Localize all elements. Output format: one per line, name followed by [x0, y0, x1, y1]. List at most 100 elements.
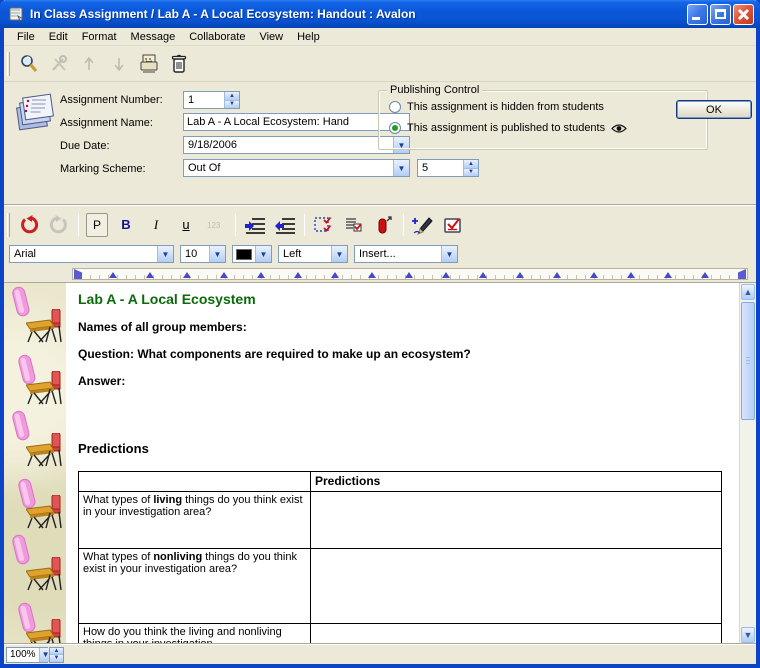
chevron-down-icon[interactable]: ▼: [331, 246, 347, 262]
answer-cell[interactable]: [311, 624, 722, 645]
scrollbar-thumb[interactable]: [741, 302, 755, 420]
eye-visible-icon: [611, 123, 627, 134]
redo-button[interactable]: [46, 212, 72, 238]
menu-file[interactable]: File: [10, 30, 42, 44]
maximize-button[interactable]: [710, 4, 731, 25]
tab-stop-marker[interactable]: [294, 272, 302, 278]
tab-stop-marker[interactable]: [627, 272, 635, 278]
stepper-arrows-icon[interactable]: ▲▼: [50, 648, 63, 662]
italic-button[interactable]: I: [143, 212, 169, 238]
chevron-down-icon[interactable]: ▼: [255, 246, 271, 262]
minimize-button[interactable]: [687, 4, 708, 25]
paragraph-style-button[interactable]: P: [86, 213, 108, 237]
zoom-dropdown[interactable]: 100% ▼: [6, 647, 48, 663]
menu-edit[interactable]: Edit: [42, 30, 75, 44]
delete-button[interactable]: [166, 51, 192, 77]
assignment-name-input[interactable]: [184, 114, 409, 130]
print-button[interactable]: [136, 51, 162, 77]
margin-decor-tile: [4, 283, 66, 345]
toolbar-drag-handle[interactable]: [7, 213, 10, 237]
indent-decrease-button[interactable]: [272, 212, 298, 238]
radio-hidden-option[interactable]: This assignment is hidden from students: [389, 101, 604, 113]
ruler: [4, 266, 756, 282]
answer-cell[interactable]: [311, 549, 722, 624]
tab-stop-marker[interactable]: [590, 272, 598, 278]
next-button[interactable]: [106, 51, 132, 77]
insert-dropdown[interactable]: Insert... ▼: [354, 245, 458, 263]
tab-stop-marker[interactable]: [701, 272, 709, 278]
tab-stop-marker[interactable]: [109, 272, 117, 278]
toolbar-drag-handle[interactable]: [7, 52, 10, 76]
tools-button[interactable]: [46, 51, 72, 77]
menu-help[interactable]: Help: [290, 30, 327, 44]
font-size-dropdown[interactable]: 10 ▼: [180, 245, 226, 263]
list-checkboxes-icon: [344, 215, 364, 235]
list-checkboxes-button[interactable]: [341, 212, 367, 238]
assignment-number-label: Assignment Number:: [60, 94, 163, 106]
menu-collaborate[interactable]: Collaborate: [182, 30, 252, 44]
tab-stop-marker[interactable]: [442, 272, 450, 278]
bold-button[interactable]: B: [113, 212, 139, 238]
due-date-dropdown[interactable]: 9/18/2006 ▼: [183, 136, 410, 154]
close-button[interactable]: [733, 4, 754, 25]
search-button[interactable]: [16, 51, 42, 77]
tools-icon: [49, 54, 69, 74]
previous-button[interactable]: [76, 51, 102, 77]
margin-decor-tile: [4, 345, 66, 407]
chevron-down-icon[interactable]: ▼: [157, 246, 173, 262]
assignment-number-stepper[interactable]: 1 ▲▼: [183, 91, 240, 109]
radio-icon[interactable]: [389, 101, 401, 113]
stepper-arrows-icon[interactable]: ▲▼: [463, 160, 478, 176]
marking-scheme-label: Marking Scheme:: [60, 163, 146, 175]
zoom-stepper[interactable]: ▲▼: [49, 647, 64, 663]
record-voice-button[interactable]: [371, 212, 397, 238]
marking-scheme-dropdown[interactable]: Out Of ▼: [183, 159, 410, 177]
undo-button[interactable]: [16, 212, 42, 238]
fixed-size-button[interactable]: 123: [203, 212, 229, 238]
menu-format[interactable]: Format: [75, 30, 124, 44]
tab-stop-marker[interactable]: [664, 272, 672, 278]
signature-pen-button[interactable]: [410, 212, 436, 238]
publishing-control-legend: Publishing Control: [387, 84, 482, 96]
alignment-dropdown[interactable]: Left ▼: [278, 245, 348, 263]
tab-stop-marker[interactable]: [405, 272, 413, 278]
tab-stop-marker[interactable]: [331, 272, 339, 278]
tab-stop-marker[interactable]: [146, 272, 154, 278]
tab-stop-marker[interactable]: [368, 272, 376, 278]
font-bar: Arial ▼ 10 ▼ ▼ Left ▼ Insert... ▼: [4, 243, 756, 266]
underline-button[interactable]: u: [173, 212, 199, 238]
ruler-strip[interactable]: [72, 268, 748, 280]
tab-stop-marker[interactable]: [220, 272, 228, 278]
chevron-down-icon[interactable]: ▼: [441, 246, 457, 262]
scroll-up-icon[interactable]: ▲: [741, 284, 755, 300]
main-toolbar: [4, 46, 756, 82]
tab-stop-marker[interactable]: [183, 272, 191, 278]
radio-published-option[interactable]: This assignment is published to students: [389, 122, 627, 134]
menu-view[interactable]: View: [252, 30, 290, 44]
title-bar[interactable]: In Class Assignment / Lab A - A Local Ec…: [0, 0, 760, 28]
document-area[interactable]: Lab A - A Local Ecosystem Names of all g…: [4, 282, 756, 644]
vertical-scrollbar[interactable]: ▲ ▼: [739, 283, 756, 644]
select-checkboxes-button[interactable]: [311, 212, 337, 238]
indent-increase-button[interactable]: [242, 212, 268, 238]
tab-stop-marker[interactable]: [553, 272, 561, 278]
tab-stop-marker[interactable]: [257, 272, 265, 278]
indent-increase-icon: [244, 216, 266, 234]
radio-icon[interactable]: [389, 122, 401, 134]
marking-points-stepper[interactable]: 5 ▲▼: [417, 159, 479, 177]
doc-title: Lab A - A Local Ecosystem: [78, 291, 256, 307]
menu-message[interactable]: Message: [124, 30, 183, 44]
doc-section-heading: Predictions: [78, 441, 149, 456]
tab-stop-marker[interactable]: [479, 272, 487, 278]
scroll-down-icon[interactable]: ▼: [741, 627, 755, 643]
tab-stop-marker[interactable]: [516, 272, 524, 278]
chevron-down-icon[interactable]: ▼: [209, 246, 225, 262]
font-color-dropdown[interactable]: ▼: [232, 245, 272, 263]
approve-checkbox-button[interactable]: [440, 212, 466, 238]
ok-button[interactable]: OK: [676, 100, 752, 119]
chevron-down-icon[interactable]: ▼: [393, 160, 409, 176]
ruler-tabs: [73, 269, 747, 279]
stepper-arrows-icon[interactable]: ▲▼: [224, 92, 239, 108]
font-family-dropdown[interactable]: Arial ▼: [9, 245, 174, 263]
answer-cell[interactable]: [311, 492, 722, 549]
